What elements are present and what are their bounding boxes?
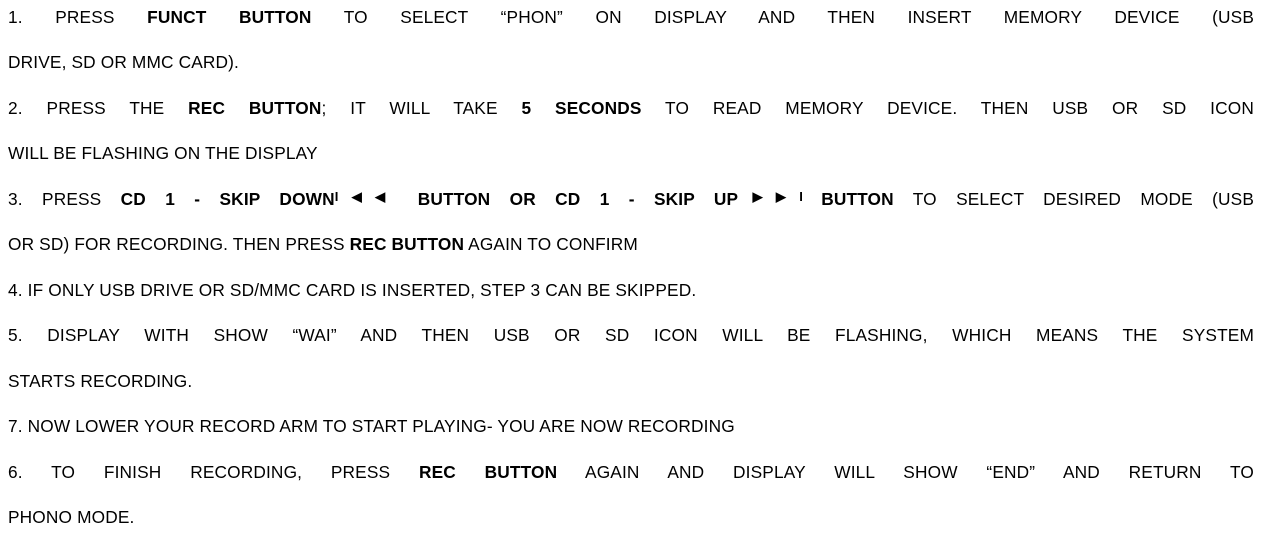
step-2-text: ; IT WILL TAKE [321,98,522,118]
rec-button-label: REC BUTTON [418,462,558,482]
step-4-line-1: 4. IF ONLY USB DRIVE OR SD/MMC CARD IS I… [8,280,1254,300]
step-3-text: TO SELECT DESIRED MODE (USB [893,189,1254,209]
step-3-text: AGAIN TO CONFIRM [464,234,638,254]
five-seconds-label: 5 SECONDS [521,98,642,118]
step-2-text: WILL BE FLASHING ON THE DISPLAY [8,143,318,163]
rec-button-label: REC BUTTON [349,234,465,254]
step-6-text: PHONO MODE. [8,507,135,527]
step-3-text: 3. PRESS [8,189,121,209]
step-3-text: OR SD) FOR RECORDING. THEN PRESS [8,234,350,254]
step-6-line-1: 6. TO FINISH RECORDING, PRESS REC BUTTON… [8,462,1254,482]
step-4-text: 4. IF ONLY USB DRIVE OR SD/MMC CARD IS I… [8,280,697,300]
step-2-text: 2. PRESS THE [8,98,189,118]
button-label: BUTTON [801,189,894,209]
step-5-text: STARTS RECORDING. [8,371,193,391]
step-3-line-1: 3. PRESS CD 1 - SKIP DOWNI◀◀ BUTTON OR C… [8,189,1254,211]
step-7-text: 7. NOW LOWER YOUR RECORD ARM TO START PL… [8,416,735,436]
step-7-line-1: 7. NOW LOWER YOUR RECORD ARM TO START PL… [8,416,1254,436]
step-6-text: 6. TO FINISH RECORDING, PRESS [8,462,419,482]
instructions-document: 1. PRESS FUNCT BUTTON TO SELECT “PHON” O… [0,0,1261,557]
step-2-text: TO READ MEMORY DEVICE. THEN USB OR SD IC… [641,98,1254,118]
step-1-line-1: 1. PRESS FUNCT BUTTON TO SELECT “PHON” O… [8,7,1254,27]
step-2-line-1: 2. PRESS THE REC BUTTON; IT WILL TAKE 5 … [8,98,1254,118]
skip-up-label: BUTTON OR CD 1 - SKIP UP [398,189,739,209]
step-3-line-2: OR SD) FOR RECORDING. THEN PRESS REC BUT… [8,234,1254,254]
step-1-text: DRIVE, SD OR MMC CARD). [8,52,239,72]
step-1-text: TO SELECT “PHON” ON DISPLAY AND THEN INS… [311,7,1254,27]
step-6-line-2: PHONO MODE. [8,507,1254,527]
step-5-line-1: 5. DISPLAY WITH SHOW “WAI” AND THEN USB … [8,325,1254,345]
skip-back-icon: I◀◀ [334,189,400,204]
step-5-line-2: STARTS RECORDING. [8,371,1254,391]
step-5-text: 5. DISPLAY WITH SHOW “WAI” AND THEN USB … [8,325,1254,345]
step-1-text: 1. PRESS [8,7,148,27]
step-6-text: AGAIN AND DISPLAY WILL SHOW “END” AND RE… [557,462,1254,482]
rec-button-label: REC BUTTON [188,98,322,118]
funct-button-label: FUNCT BUTTON [147,7,312,27]
skip-forward-icon: ▶▶I [738,189,803,204]
step-1-line-2: DRIVE, SD OR MMC CARD). [8,52,1254,72]
step-2-line-2: WILL BE FLASHING ON THE DISPLAY [8,143,1254,163]
skip-down-label: CD 1 - SKIP DOWN [120,189,335,209]
